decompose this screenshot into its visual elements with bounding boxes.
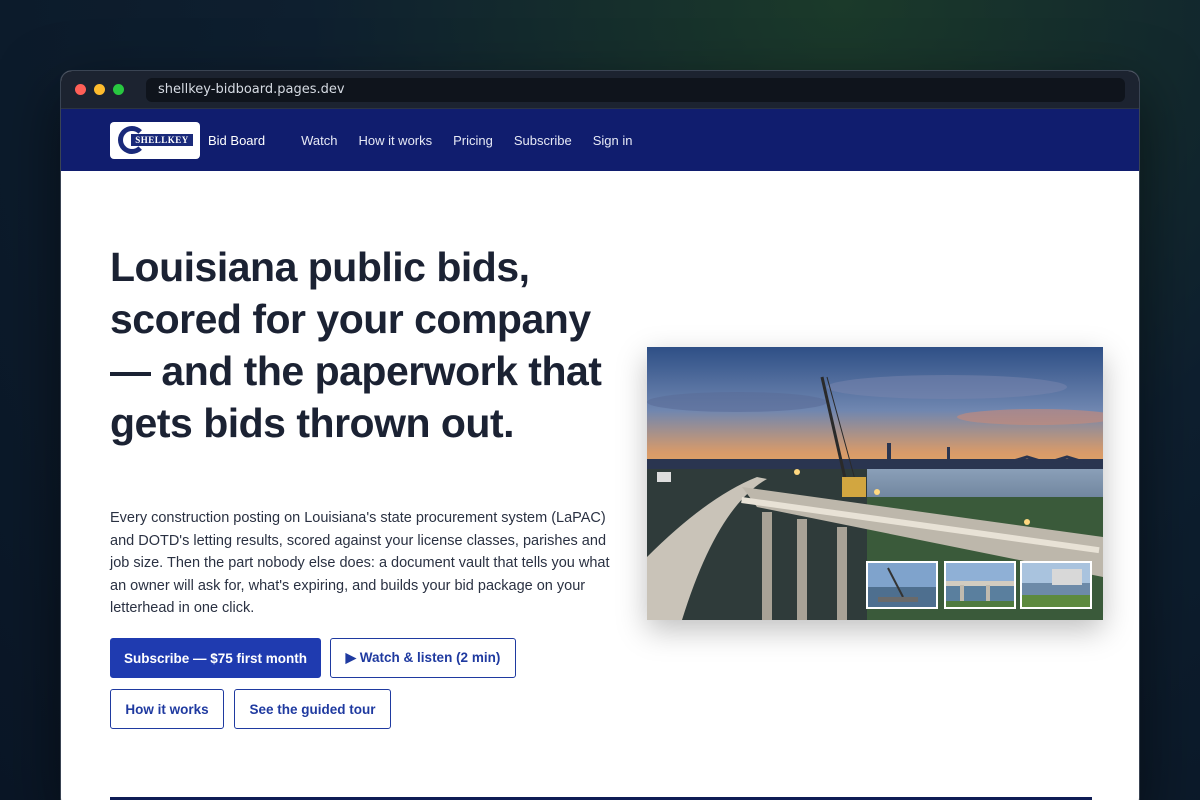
browser-chrome: shellkey-bidboard.pages.dev (61, 71, 1139, 109)
logo-wordmark: SHELLKEY (131, 134, 193, 146)
close-window-button[interactable] (75, 84, 86, 95)
nav-link-subscribe[interactable]: Subscribe (514, 133, 572, 148)
photo-thumbnail-1[interactable] (866, 561, 938, 609)
subscribe-button[interactable]: Subscribe — $75 first month (110, 638, 321, 678)
photo-thumbnail-2[interactable] (944, 561, 1016, 609)
nav-link-sign-in[interactable]: Sign in (593, 133, 633, 148)
browser-window: shellkey-bidboard.pages.dev SHELLKEY Bid… (60, 70, 1140, 800)
nav-link-pricing[interactable]: Pricing (453, 133, 493, 148)
photo-thumbnail-3[interactable] (1020, 561, 1092, 609)
hero-section: Louisiana public bids, scored for your c… (61, 171, 1139, 800)
nav-link-watch[interactable]: Watch (301, 133, 337, 148)
address-bar[interactable]: shellkey-bidboard.pages.dev (146, 77, 1125, 102)
site-navbar: SHELLKEY Bid Board Watch How it works Pr… (61, 109, 1139, 171)
brand-name[interactable]: Bid Board (208, 133, 265, 148)
nav-links: Watch How it works Pricing Subscribe Sig… (301, 133, 632, 148)
watch-listen-button[interactable]: ▶ Watch & listen (2 min) (330, 638, 516, 678)
hero-headline: Louisiana public bids, scored for your c… (110, 244, 602, 446)
hero-bridge-photo (647, 347, 1103, 620)
shellkey-logo[interactable]: SHELLKEY (110, 121, 200, 159)
maximize-window-button[interactable] (113, 84, 124, 95)
minimize-window-button[interactable] (94, 84, 105, 95)
guided-tour-button[interactable]: See the guided tour (234, 689, 391, 729)
nav-link-how-it-works[interactable]: How it works (358, 133, 432, 148)
how-it-works-button[interactable]: How it works (110, 689, 224, 729)
hero-description: Every construction posting on Louisiana'… (110, 510, 610, 616)
